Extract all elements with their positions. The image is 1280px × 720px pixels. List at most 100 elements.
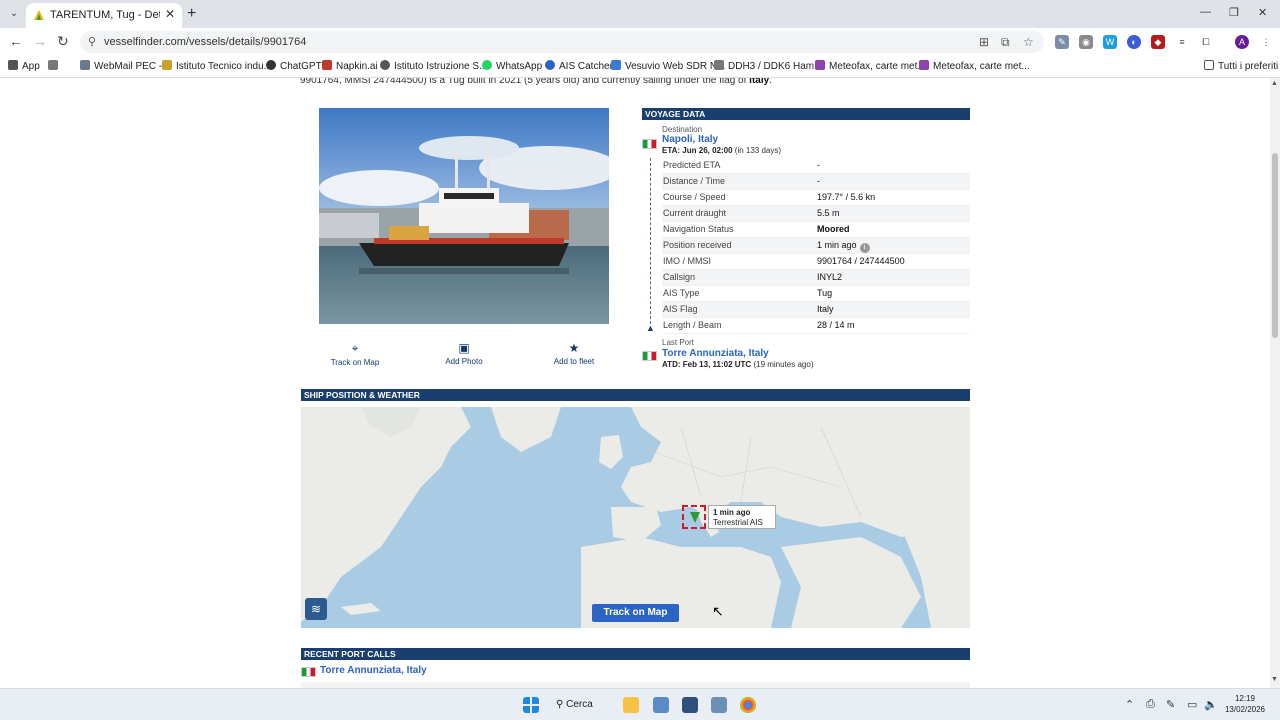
- ship-position-popup: 1 min ago Terrestrial AIS: [708, 505, 776, 529]
- tab-strip: ⌄ TARENTUM, Tug - Details and c ✕ + — ❐ …: [0, 0, 1280, 28]
- translate-icon[interactable]: ⊞: [979, 35, 989, 49]
- browser-tab[interactable]: TARENTUM, Tug - Details and c ✕: [26, 3, 182, 28]
- pen-icon[interactable]: ✎: [1166, 698, 1175, 711]
- bookmark-item[interactable]: WebMail PEC -: [80, 60, 162, 72]
- bookmark-item[interactable]: Meteofax, carte met...: [919, 60, 1030, 72]
- map-pin-icon: ⌖: [351, 341, 359, 355]
- display-icon[interactable]: ▭: [1187, 698, 1197, 711]
- taskbar: ⚲ Cerca ⌃ ⎙ ✎ ▭ 🔈 12:19 13/02/2026: [0, 688, 1280, 720]
- extension-shield-icon[interactable]: ◆: [1151, 35, 1165, 49]
- volume-icon[interactable]: 🔈: [1204, 698, 1218, 711]
- bookmarks-bar: App WebMail PEC - Istituto Tecnico indu.…: [0, 56, 1280, 78]
- voyage-row: Callsign INYL2: [662, 270, 970, 286]
- bookmark-item[interactable]: App: [8, 60, 40, 72]
- ship-position-header: SHIP POSITION & WEATHER: [301, 389, 970, 401]
- ship-position-map[interactable]: 1 min ago Terrestrial AIS ≋ Track on Map…: [301, 407, 970, 628]
- voyage-data-header: VOYAGE DATA: [642, 108, 970, 120]
- tray-overflow-icon[interactable]: ⌃: [1125, 698, 1134, 711]
- windows-start-icon[interactable]: [523, 697, 539, 713]
- extension-camera-icon[interactable]: ◉: [1079, 35, 1093, 49]
- omnibox[interactable]: ⚲ vesselfinder.com/vessels/details/99017…: [80, 31, 1044, 53]
- tab-title: TARENTUM, Tug - Details and c: [50, 9, 160, 21]
- all-bookmarks-item[interactable]: Tutti i preferiti: [1204, 60, 1278, 72]
- extension-circle-icon[interactable]: ◐: [1127, 35, 1141, 49]
- extension-w-icon[interactable]: W: [1103, 35, 1117, 49]
- add-photo-label: Add Photo: [445, 357, 483, 366]
- install-app-icon[interactable]: ⧉: [1001, 35, 1010, 50]
- tab-search-icon[interactable]: ⌄: [6, 6, 22, 22]
- forward-icon[interactable]: →: [33, 33, 47, 49]
- apps-grid-icon: [8, 60, 18, 70]
- bookmark-item[interactable]: Napkin.ai: [322, 60, 378, 72]
- last-port-link[interactable]: Torre Annunziata, Italy: [662, 348, 769, 359]
- extension-pen-icon[interactable]: ✎: [1055, 35, 1069, 49]
- recent-port-link[interactable]: Torre Annunziata, Italy: [320, 665, 427, 676]
- profile-avatar[interactable]: A: [1235, 35, 1249, 49]
- scroll-down-icon[interactable]: ▼: [1271, 676, 1278, 683]
- webmail-icon: [80, 60, 90, 70]
- track-on-map-action[interactable]: ⌖ Track on Map: [315, 341, 395, 367]
- taskbar-search[interactable]: ⚲ Cerca: [556, 696, 610, 714]
- bookmark-item[interactable]: Istituto Istruzione S...: [380, 60, 487, 72]
- route-arrow-icon: ▲: [646, 323, 655, 333]
- back-icon[interactable]: ←: [9, 33, 23, 49]
- scroll-up-icon[interactable]: ▲: [1271, 80, 1278, 87]
- school-icon: [162, 60, 172, 70]
- voyage-row: Length / Beam 28 / 14 m: [662, 318, 970, 334]
- tab-groups-icon: [48, 60, 58, 70]
- map-layers-icon[interactable]: ≋: [305, 598, 327, 620]
- camera-icon: ▣: [458, 341, 470, 355]
- app-window-icon[interactable]: [653, 697, 669, 713]
- bookmark-item[interactable]: Istituto Tecnico indu...: [162, 60, 272, 72]
- voyage-row: Position received 1 min ago i: [662, 238, 970, 254]
- site-info-icon[interactable]: ⚲: [88, 35, 96, 48]
- italy-flag-icon: [301, 667, 316, 677]
- url-text: vesselfinder.com/vessels/details/9901764: [104, 36, 307, 48]
- bookmark-item[interactable]: ChatGPT: [266, 60, 322, 72]
- add-to-fleet-action[interactable]: ★ Add to fleet: [534, 341, 614, 366]
- minimize-icon[interactable]: —: [1200, 6, 1211, 18]
- ais-catcher-icon: [545, 60, 555, 70]
- chrome-menu-icon[interactable]: ⋮: [1259, 35, 1273, 49]
- info-icon[interactable]: i: [859, 243, 870, 253]
- close-window-icon[interactable]: ✕: [1258, 6, 1267, 19]
- route-line: [650, 158, 651, 324]
- bookmark-item[interactable]: Vesuvio Web SDR N...: [611, 60, 725, 72]
- vessel-photo[interactable]: [319, 108, 609, 324]
- taskbar-clock[interactable]: 12:19 13/02/2026: [1220, 693, 1270, 715]
- reading-list-icon[interactable]: ≡: [1175, 35, 1189, 49]
- destination-link[interactable]: Napoli, Italy: [662, 134, 718, 145]
- bookmark-star-icon[interactable]: ☆: [1023, 35, 1034, 49]
- ship-app-icon[interactable]: [711, 697, 727, 713]
- close-tab-icon[interactable]: ✕: [165, 7, 175, 21]
- usb-icon[interactable]: ⎙: [1146, 698, 1155, 711]
- new-tab-icon[interactable]: +: [187, 5, 196, 23]
- scroll-thumb[interactable]: [1272, 153, 1278, 338]
- track-on-map-button[interactable]: Track on Map: [592, 604, 679, 622]
- add-photo-action[interactable]: ▣ Add Photo: [424, 341, 504, 366]
- network-app-icon[interactable]: [682, 697, 698, 713]
- last-port-label: Last Port: [662, 338, 695, 347]
- recent-port-calls-section: RECENT PORT CALLS Torre Annunziata, Ital…: [301, 648, 970, 688]
- address-bar-row: ← → ↻ ⚲ vesselfinder.com/vessels/details…: [0, 28, 1280, 56]
- extensions-puzzle-icon[interactable]: ⧠: [1199, 35, 1213, 49]
- bookmark-item[interactable]: Meteofax, carte met...: [815, 60, 926, 72]
- add-to-fleet-label: Add to fleet: [553, 357, 595, 366]
- file-explorer-icon[interactable]: [623, 697, 639, 713]
- reload-icon[interactable]: ↻: [57, 33, 69, 50]
- meteofax-icon: [815, 60, 825, 70]
- voyage-row: IMO / MMSI 9901764 / 247444500: [662, 254, 970, 270]
- voyage-table: Predicted ETA - Distance / Time - Course /…: [662, 158, 970, 334]
- page-scrollbar[interactable]: ▲ ▼: [1270, 78, 1280, 688]
- ship-marker[interactable]: [682, 505, 706, 529]
- restore-icon[interactable]: ❐: [1229, 6, 1239, 19]
- search-icon: ⚲: [556, 699, 564, 710]
- bookmark-item[interactable]: [48, 60, 62, 72]
- bookmark-item[interactable]: DDH3 / DDK6 Ham...: [714, 60, 822, 72]
- bookmark-item[interactable]: AIS Catcher: [545, 60, 613, 72]
- bookmark-item[interactable]: WhatsApp: [482, 60, 542, 72]
- mouse-cursor-icon: ↖: [712, 603, 724, 619]
- chrome-taskbar-icon[interactable]: [740, 697, 756, 713]
- voyage-row: AIS Type Tug: [662, 286, 970, 302]
- track-on-map-label: Track on Map: [330, 358, 380, 367]
